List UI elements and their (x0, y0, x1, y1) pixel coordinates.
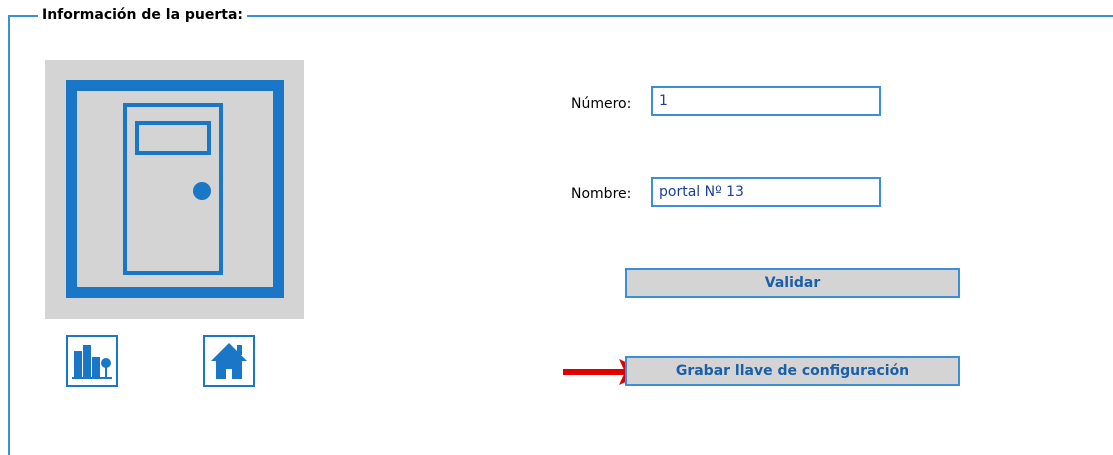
nombre-input[interactable] (651, 177, 881, 207)
door-window (135, 121, 211, 155)
numero-label: Número: (571, 96, 632, 112)
fieldset-legend: Información de la puerta: (38, 5, 248, 25)
nombre-label: Nombre: (571, 186, 632, 202)
buildings-icon[interactable] (66, 335, 118, 387)
numero-input[interactable] (651, 86, 881, 116)
validar-button[interactable]: Validar (625, 268, 960, 298)
home-icon[interactable] (203, 335, 255, 387)
door-knob (193, 182, 211, 200)
grabar-llave-button[interactable]: Grabar llave de configuración (625, 356, 960, 386)
